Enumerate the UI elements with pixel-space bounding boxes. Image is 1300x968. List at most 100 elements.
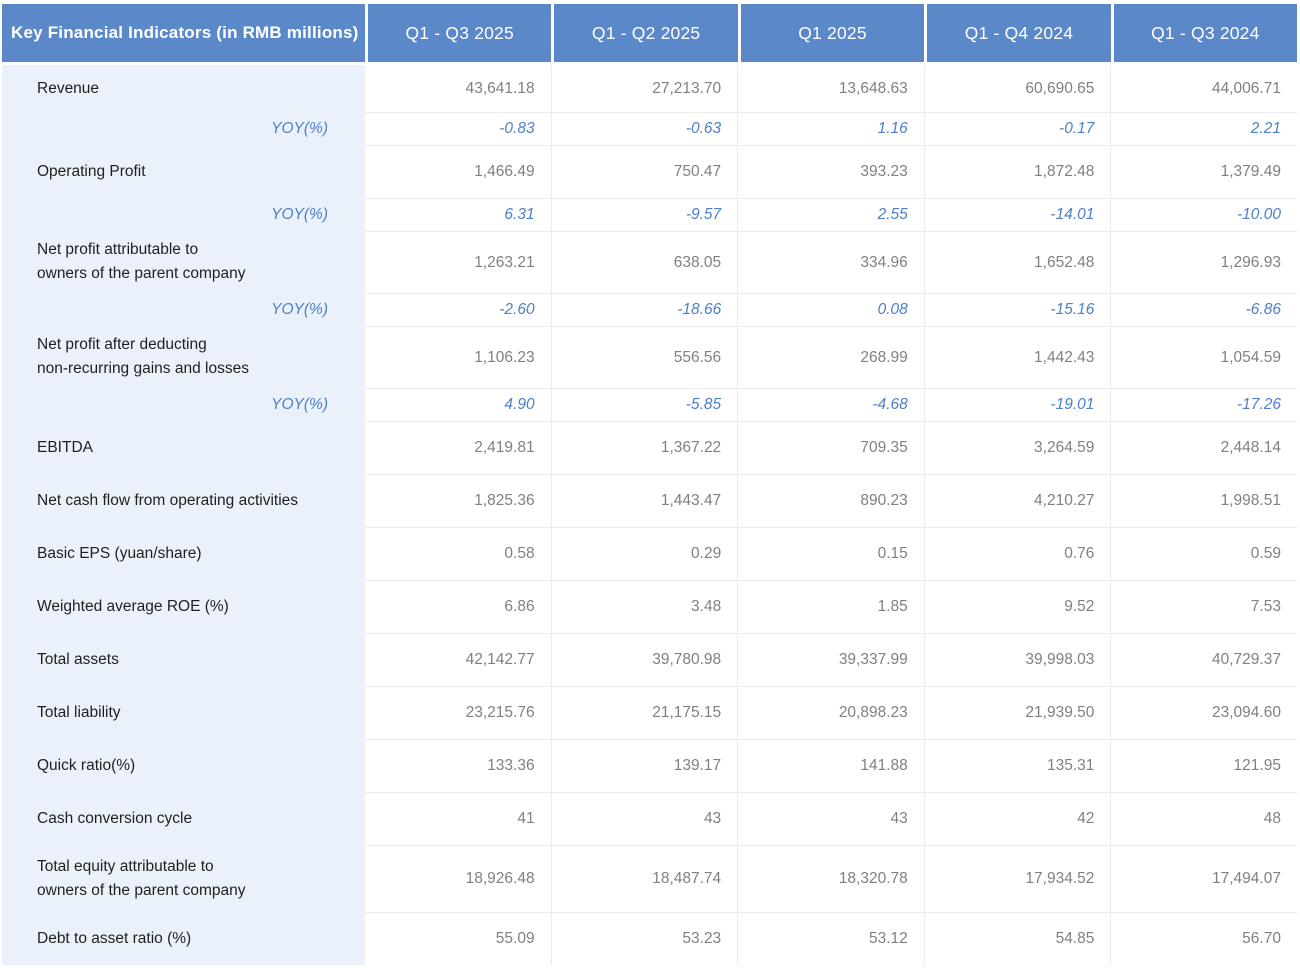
table-row: Total liability 23,215.76 21,175.15 20,898.… <box>2 686 1297 739</box>
value-cell: -6.86 <box>1110 293 1297 326</box>
value-cell: 6.86 <box>365 580 551 633</box>
value-cell: 20,898.23 <box>737 686 924 739</box>
value-cell: 6.31 <box>365 198 551 231</box>
value-cell: 40,729.37 <box>1110 633 1297 686</box>
value-cell: 133.36 <box>365 739 551 792</box>
table-row: Weighted average ROE (%) 6.86 3.48 1.85 9.52… <box>2 580 1297 633</box>
financial-indicators-table: Key Financial Indicators (in RMB million… <box>0 0 1300 968</box>
value-cell: 39,337.99 <box>737 633 924 686</box>
value-cell: 55.09 <box>365 912 551 965</box>
table-header-row: Key Financial Indicators (in RMB million… <box>2 4 1298 62</box>
value-cell: 139.17 <box>550 739 738 792</box>
value-cell: 121.95 <box>1110 739 1297 792</box>
value-cell: 1,872.48 <box>923 145 1111 198</box>
value-cell: 44,006.71 <box>1110 65 1297 112</box>
value-cell: 1,442.43 <box>923 326 1111 388</box>
row-label: Revenue <box>2 65 365 112</box>
value-cell: 1,263.21 <box>365 231 551 293</box>
table-row-yoy: YOY(%) 4.90 -5.85 -4.68 -19.01 -17.26 <box>2 388 1297 421</box>
column-header: Q1 - Q4 2024 <box>927 4 1111 62</box>
row-label: Operating Profit <box>2 145 365 198</box>
yoy-label: YOY(%) <box>2 293 365 326</box>
table-row: Quick ratio(%) 133.36 139.17 141.88 135.31 12… <box>2 739 1297 792</box>
value-cell: 9.52 <box>923 580 1111 633</box>
value-cell: 0.08 <box>737 293 924 326</box>
value-cell: 43 <box>550 792 738 845</box>
value-cell: -0.17 <box>923 112 1111 145</box>
value-cell: 0.59 <box>1110 527 1297 580</box>
value-cell: 2.21 <box>1110 112 1297 145</box>
value-cell: -0.63 <box>550 112 738 145</box>
value-cell: 2.55 <box>737 198 924 231</box>
table-row: Revenue 43,641.18 27,213.70 13,648.63 60,690… <box>2 65 1297 112</box>
value-cell: -19.01 <box>923 388 1111 421</box>
value-cell: 18,487.74 <box>550 845 738 912</box>
row-label: Quick ratio(%) <box>2 739 365 792</box>
value-cell: 7.53 <box>1110 580 1297 633</box>
row-label: Cash conversion cycle <box>2 792 365 845</box>
table-row: Total assets 42,142.77 39,780.98 39,337.99 3… <box>2 633 1297 686</box>
value-cell: 23,094.60 <box>1110 686 1297 739</box>
yoy-label: YOY(%) <box>2 198 365 231</box>
row-label: Weighted average ROE (%) <box>2 580 365 633</box>
value-cell: 1,998.51 <box>1110 474 1297 527</box>
value-cell: -9.57 <box>550 198 738 231</box>
row-label: Total assets <box>2 633 365 686</box>
value-cell: 23,215.76 <box>365 686 551 739</box>
value-cell: 1.85 <box>737 580 924 633</box>
table-row-yoy: YOY(%) -0.83 -0.63 1.16 -0.17 2.21 <box>2 112 1297 145</box>
value-cell: 556.56 <box>550 326 738 388</box>
value-cell: 4,210.27 <box>923 474 1111 527</box>
table-body: Revenue 43,641.18 27,213.70 13,648.63 60,690… <box>2 65 1297 965</box>
value-cell: 39,780.98 <box>550 633 738 686</box>
value-cell: 1,296.93 <box>1110 231 1297 293</box>
value-cell: 17,934.52 <box>923 845 1111 912</box>
value-cell: 54.85 <box>923 912 1111 965</box>
table-row: Debt to asset ratio (%) 55.09 53.23 53.12 54… <box>2 912 1297 965</box>
value-cell: -10.00 <box>1110 198 1297 231</box>
value-cell: 0.76 <box>923 527 1111 580</box>
value-cell: 42 <box>923 792 1111 845</box>
value-cell: 18,926.48 <box>365 845 551 912</box>
table-row: Net profit after deducting non-recurring… <box>2 326 1297 388</box>
column-header: Q1 - Q2 2025 <box>554 4 738 62</box>
value-cell: 3.48 <box>550 580 738 633</box>
value-cell: -14.01 <box>923 198 1111 231</box>
yoy-label: YOY(%) <box>2 112 365 145</box>
value-cell: -18.66 <box>550 293 738 326</box>
value-cell: 1,106.23 <box>365 326 551 388</box>
value-cell: 43 <box>737 792 924 845</box>
value-cell: 1,054.59 <box>1110 326 1297 388</box>
value-cell: -5.85 <box>550 388 738 421</box>
row-label: Net profit attributable to owners of the… <box>2 231 365 293</box>
value-cell: -0.83 <box>365 112 551 145</box>
value-cell: 48 <box>1110 792 1297 845</box>
value-cell: 1,652.48 <box>923 231 1111 293</box>
value-cell: 1,466.49 <box>365 145 551 198</box>
value-cell: 13,648.63 <box>737 65 924 112</box>
yoy-label: YOY(%) <box>2 388 365 421</box>
table-title: Key Financial Indicators (in RMB million… <box>2 4 365 62</box>
value-cell: 17,494.07 <box>1110 845 1297 912</box>
value-cell: 18,320.78 <box>737 845 924 912</box>
value-cell: -2.60 <box>365 293 551 326</box>
value-cell: 53.12 <box>737 912 924 965</box>
value-cell: 2,419.81 <box>365 421 551 474</box>
value-cell: 1,367.22 <box>550 421 738 474</box>
table-row: Cash conversion cycle 41 43 43 42 48 <box>2 792 1297 845</box>
value-cell: 42,142.77 <box>365 633 551 686</box>
row-label: Total equity attributable to owners of t… <box>2 845 365 912</box>
table-row-yoy: YOY(%) -2.60 -18.66 0.08 -15.16 -6.86 <box>2 293 1297 326</box>
table-row: Total equity attributable to owners of t… <box>2 845 1297 912</box>
value-cell: 750.47 <box>550 145 738 198</box>
value-cell: 1,825.36 <box>365 474 551 527</box>
row-label: Basic EPS (yuan/share) <box>2 527 365 580</box>
value-cell: 268.99 <box>737 326 924 388</box>
value-cell: 43,641.18 <box>365 65 551 112</box>
row-label: EBITDA <box>2 421 365 474</box>
value-cell: -15.16 <box>923 293 1111 326</box>
row-label: Net profit after deducting non-recurring… <box>2 326 365 388</box>
row-label: Total liability <box>2 686 365 739</box>
value-cell: 4.90 <box>365 388 551 421</box>
value-cell: 0.15 <box>737 527 924 580</box>
